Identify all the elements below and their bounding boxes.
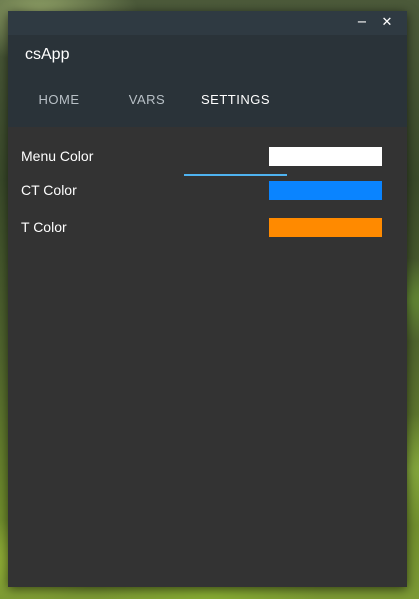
- t-color-swatch[interactable]: [269, 218, 382, 237]
- ct-color-label: CT Color: [21, 182, 77, 198]
- setting-row-t-color: T Color: [8, 216, 407, 238]
- t-color-label: T Color: [21, 219, 67, 235]
- tab-bar: HOME VARS SETTINGS: [8, 85, 407, 176]
- tab-home[interactable]: HOME: [8, 85, 110, 127]
- menu-color-swatch[interactable]: [269, 147, 382, 166]
- ct-color-swatch[interactable]: [269, 181, 382, 200]
- close-icon[interactable]: ✕: [377, 13, 397, 33]
- setting-row-ct-color: CT Color: [8, 179, 407, 201]
- tab-settings[interactable]: SETTINGS: [184, 85, 287, 127]
- window-titlebar[interactable]: − ✕: [8, 11, 407, 35]
- settings-panel: Menu Color CT Color T Color: [8, 127, 407, 587]
- app-title: csApp: [25, 46, 70, 63]
- app-header: csApp HOME VARS SETTINGS: [8, 35, 407, 176]
- setting-row-menu-color: Menu Color: [8, 145, 407, 167]
- tab-vars[interactable]: VARS: [110, 85, 184, 127]
- minimize-icon[interactable]: −: [352, 13, 372, 33]
- app-window: − ✕ csApp HOME VARS SETTINGS Menu Color …: [8, 11, 407, 587]
- menu-color-label: Menu Color: [21, 148, 94, 164]
